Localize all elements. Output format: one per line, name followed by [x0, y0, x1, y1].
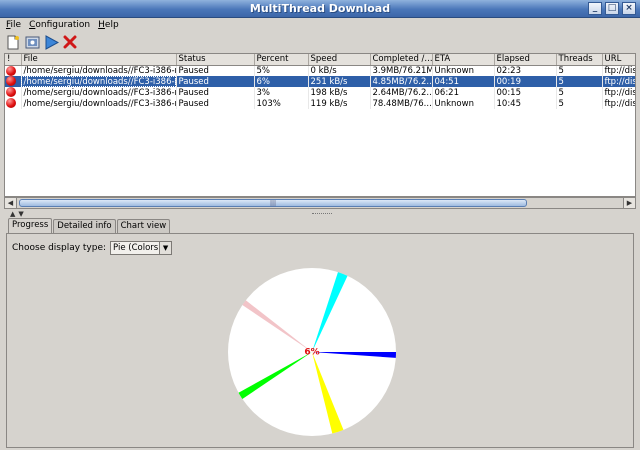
tab-chart-view[interactable]: Chart view [116, 219, 171, 233]
cell-completed: 78.48MB/76.... [370, 98, 433, 109]
display-type-value: Pie (Colors) [113, 243, 162, 253]
downloads-table: ! File Status Percent Speed Completed /.… [4, 53, 636, 197]
minimize-button[interactable]: _ [588, 2, 602, 15]
menu-help[interactable]: Help [98, 20, 119, 30]
cell-eta: 04:51 [432, 76, 495, 87]
tab-bar: Progress Detailed info Chart view [8, 218, 171, 234]
cell-file: /home/sergiu/downloads//FC3-i386-re... [21, 98, 177, 109]
cell-percent: 6% [254, 76, 309, 87]
new-download-button[interactable] [5, 34, 21, 50]
cell-completed: 2.64MB/76.2... [370, 87, 433, 98]
delete-button[interactable] [62, 34, 78, 50]
table-row[interactable]: /home/sergiu/downloads//FC3-i386-re... P… [5, 98, 635, 109]
start-button[interactable] [43, 34, 59, 50]
cell-threads: 5 [556, 65, 603, 76]
cell-eta: 06:21 [432, 87, 495, 98]
paused-status-icon [6, 76, 16, 87]
col-header-percent[interactable]: Percent [254, 54, 309, 66]
cell-eta: Unknown [432, 98, 495, 109]
new-download-icon [7, 35, 19, 49]
cell-file: /home/sergiu/downloads//FC3-i386-re... [21, 76, 177, 87]
cell-speed: 251 kB/s [308, 76, 371, 87]
col-header-file[interactable]: File [21, 54, 177, 66]
menu-configuration[interactable]: Configuration [29, 20, 90, 30]
cell-percent: 3% [254, 87, 309, 98]
scroll-grip-icon: ||| [270, 200, 277, 207]
col-header-threads[interactable]: Threads [556, 54, 603, 66]
cell-url: ftp://dist [602, 76, 635, 87]
maximize-icon: □ [607, 3, 617, 13]
cell-percent: 5% [254, 65, 309, 76]
scroll-left-button[interactable]: ◀ [5, 198, 17, 208]
cell-elapsed: 10:45 [494, 98, 557, 109]
scroll-thumb[interactable]: ||| [19, 199, 527, 207]
tab-progress[interactable]: Progress [8, 218, 53, 233]
paused-status-icon [6, 65, 16, 76]
display-type-select[interactable]: Pie (Colors) ▼ [110, 241, 173, 255]
collapse-arrows-icon[interactable]: ▲▼ [10, 210, 27, 218]
col-header-completed[interactable]: Completed /... [370, 54, 433, 66]
col-header-elapsed[interactable]: Elapsed [494, 54, 557, 66]
display-type-row: Choose display type: Pie (Colors) ▼ [12, 241, 173, 255]
cell-threads: 5 [556, 76, 603, 87]
cell-status: Paused [176, 76, 255, 87]
delete-cross-icon [63, 35, 77, 49]
cell-url: ftp://dist [602, 87, 635, 98]
cell-completed: 3.9MB/76.21MB [370, 65, 433, 76]
cell-status: Paused [176, 98, 255, 109]
col-header-status[interactable]: Status [176, 54, 255, 66]
maximize-button[interactable]: □ [605, 2, 619, 15]
cell-elapsed: 00:15 [494, 87, 557, 98]
cell-speed: 198 kB/s [308, 87, 371, 98]
cell-threads: 5 [556, 98, 603, 109]
cell-elapsed: 02:23 [494, 65, 557, 76]
cell-status: Paused [176, 65, 255, 76]
cell-speed: 0 kB/s [308, 65, 371, 76]
cell-threads: 5 [556, 87, 603, 98]
table-header: ! File Status Percent Speed Completed /.… [5, 54, 635, 66]
progress-pie-chart: 6% [228, 268, 397, 436]
properties-icon [25, 36, 39, 48]
tab-detailed-info[interactable]: Detailed info [53, 219, 116, 233]
cell-speed: 119 kB/s [308, 98, 371, 109]
menu-file[interactable]: File [6, 20, 21, 30]
table-row[interactable]: /home/sergiu/downloads//FC3-i386-re... P… [5, 65, 635, 76]
menu-bar: File Configuration Help [0, 18, 640, 32]
cell-completed: 4.85MB/76.2... [370, 76, 433, 87]
table-row[interactable]: /home/sergiu/downloads//FC3-i386-re... P… [5, 87, 635, 98]
toolbar [0, 32, 640, 52]
divider-grip [312, 213, 332, 215]
cell-file: /home/sergiu/downloads//FC3-i386-re... [21, 87, 177, 98]
title-bar: MultiThread Download _ □ × [0, 0, 640, 18]
paused-status-icon [6, 98, 16, 109]
col-header-url[interactable]: URL [602, 54, 635, 66]
cell-elapsed: 00:19 [494, 76, 557, 87]
chevron-down-icon: ▼ [159, 242, 172, 254]
pie-center-label: 6% [304, 348, 319, 358]
col-header-status-icon[interactable]: ! [5, 54, 22, 66]
col-header-speed[interactable]: Speed [308, 54, 371, 66]
close-icon: × [625, 3, 633, 13]
col-header-eta[interactable]: ETA [432, 54, 495, 66]
start-play-icon [45, 34, 59, 50]
cell-url: ftp://dist [602, 65, 635, 76]
close-button[interactable]: × [622, 2, 636, 15]
cell-url: ftp://dist [602, 98, 635, 109]
paused-status-icon [6, 87, 16, 98]
cell-status: Paused [176, 87, 255, 98]
split-pane-divider[interactable]: ▲▼ [0, 210, 640, 218]
cell-percent: 103% [254, 98, 309, 109]
cell-file: /home/sergiu/downloads//FC3-i386-re... [21, 65, 177, 76]
table-row-selected[interactable]: /home/sergiu/downloads//FC3-i386-re... P… [5, 76, 635, 87]
minimize-icon: _ [592, 3, 598, 13]
cell-eta: Unknown [432, 65, 495, 76]
window-title: MultiThread Download [249, 2, 391, 15]
horizontal-scrollbar[interactable]: ◀ ||| ▶ [4, 197, 636, 209]
scroll-right-button[interactable]: ▶ [623, 198, 635, 208]
display-type-label: Choose display type: [12, 243, 107, 253]
properties-button[interactable] [24, 34, 40, 50]
